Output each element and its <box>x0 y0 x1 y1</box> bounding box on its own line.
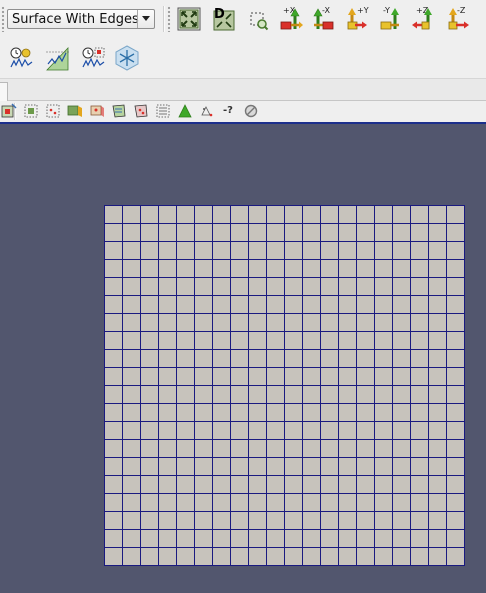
select-block-button[interactable] <box>154 102 172 120</box>
zoom-to-box-button[interactable] <box>244 5 272 33</box>
reset-camera-icon <box>177 7 201 31</box>
grow-selection-button[interactable] <box>176 102 194 120</box>
hover-query-label[interactable]: -? <box>223 102 233 120</box>
view-plus-z-icon <box>412 8 432 30</box>
select-points-through-icon <box>90 105 104 117</box>
common-toolbar <box>0 38 486 79</box>
toolbar-grip[interactable] <box>1 6 5 32</box>
plot-over-line-button[interactable] <box>44 44 72 72</box>
combo-arrow-button[interactable] <box>137 10 154 28</box>
select-points-polygon-button[interactable] <box>132 102 150 120</box>
view-minus-x-button[interactable]: -X <box>310 5 338 33</box>
view-tab-bar <box>0 79 486 101</box>
select-cells-polygon-icon <box>112 104 126 118</box>
view-minus-y-button[interactable]: -Y <box>377 5 405 33</box>
select-cells-on-icon <box>24 104 38 118</box>
view-minus-y-icon <box>380 8 399 30</box>
interactive-select-icon <box>1 103 17 118</box>
representation-value: Surface With Edges <box>12 12 139 27</box>
shrink-selection-icon <box>201 106 213 117</box>
plot-selection-over-time-button[interactable] <box>80 44 108 72</box>
plot-over-line-icon <box>46 47 70 71</box>
select-cells-polygon-button[interactable] <box>110 102 128 120</box>
mesh-edges <box>104 205 465 566</box>
3d-glyph-button[interactable] <box>113 44 141 72</box>
clear-selection-icon <box>244 104 258 118</box>
select-points-on-button[interactable] <box>44 102 62 120</box>
view-minus-x-icon <box>313 8 334 30</box>
render-view[interactable] <box>0 124 486 593</box>
reset-camera-button[interactable] <box>175 5 203 33</box>
plot-over-time-button[interactable] <box>8 44 36 72</box>
view-minus-z-icon <box>448 8 469 30</box>
select-cells-through-icon <box>67 105 82 117</box>
grow-selection-icon <box>178 104 192 118</box>
plot-over-time-icon <box>10 47 33 68</box>
zoom-to-data-button[interactable]: D <box>209 5 237 33</box>
view-plus-z-button[interactable]: +Z <box>410 5 438 33</box>
shrink-selection-button[interactable] <box>198 102 216 120</box>
select-points-polygon-icon <box>134 104 148 118</box>
view-minus-z-button[interactable]: -Z <box>444 5 472 33</box>
3d-glyph-icon <box>115 45 139 71</box>
view-tab[interactable] <box>0 82 8 101</box>
view-plus-y-button[interactable]: +Y <box>344 5 372 33</box>
zoom-to-data-icon: D <box>213 7 235 31</box>
select-cells-on-button[interactable] <box>22 102 40 120</box>
zoom-data-badge: D <box>214 7 225 22</box>
toolbar-separator <box>163 6 165 32</box>
select-block-icon <box>156 104 170 118</box>
clear-selection-button[interactable] <box>242 102 260 120</box>
mesh-surface <box>104 205 465 566</box>
select-points-on-icon <box>46 104 60 118</box>
camera-toolbar: Surface With Edges D +X -X +Y -Y +Z -Z <box>0 0 486 38</box>
plot-selection-over-time-icon <box>82 47 105 68</box>
toolbar-grip[interactable] <box>167 6 171 32</box>
view-plus-x-button[interactable]: +X <box>278 5 306 33</box>
view-plus-y-icon <box>347 8 367 30</box>
view-plus-x-icon <box>280 8 303 30</box>
select-cells-through-button[interactable] <box>66 102 84 120</box>
chevron-down-icon <box>142 16 150 21</box>
representation-combo[interactable]: Surface With Edges <box>7 9 155 29</box>
zoom-to-box-icon <box>250 12 269 31</box>
interactive-select-button[interactable] <box>0 102 18 120</box>
select-points-through-button[interactable] <box>88 102 106 120</box>
